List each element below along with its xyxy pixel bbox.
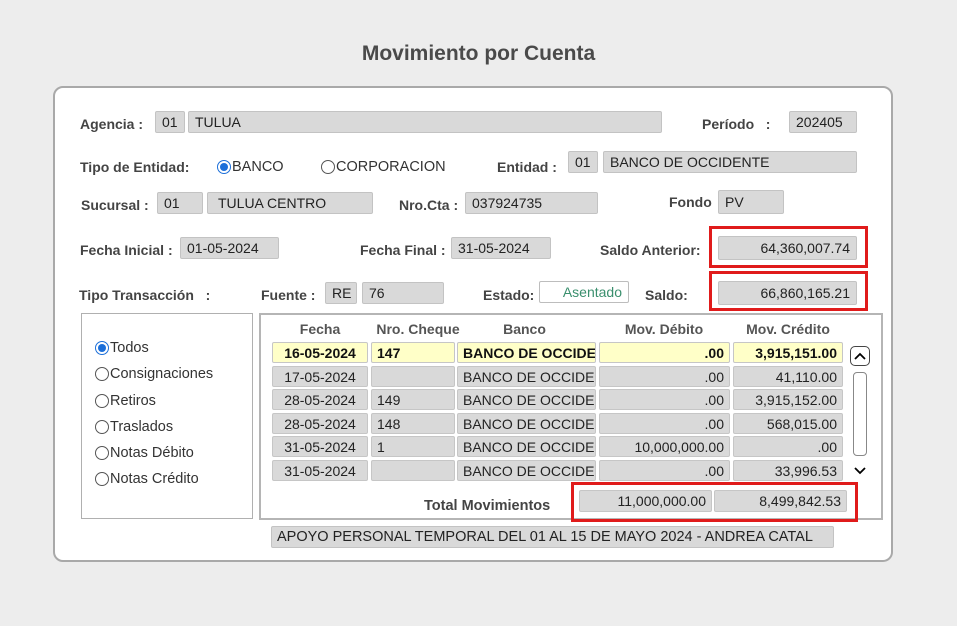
fuente-number-field[interactable]: 76 — [362, 282, 444, 304]
filter-retiros-label: Retiros — [110, 393, 156, 409]
saldo-label: Saldo: — [645, 287, 688, 303]
filter-traslados-label: Traslados — [110, 419, 174, 435]
cell-credito[interactable]: 3,915,151.00 — [733, 342, 843, 363]
cell-fecha[interactable]: 16-05-2024 — [272, 342, 368, 363]
tipo-transaccion-label: Tipo Transacción : — [79, 287, 211, 303]
cell-debito[interactable]: .00 — [599, 389, 730, 410]
sucursal-name-field[interactable]: TULUA CENTRO — [207, 192, 373, 214]
total-debito-field: 11,000,000.00 — [579, 490, 712, 512]
cell-banco[interactable]: BANCO DE OCCIDENTE — [457, 342, 596, 363]
cell-cheque[interactable]: 149 — [371, 389, 455, 410]
cell-cheque[interactable]: 147 — [371, 342, 455, 363]
filter-traslados-icon[interactable] — [95, 420, 109, 434]
col-header-cheque: Nro. Cheque — [376, 321, 460, 337]
filter-notas-credito[interactable]: Notas Crédito — [95, 471, 199, 487]
scroll-thumb[interactable] — [853, 372, 867, 456]
sucursal-code-field[interactable]: 01 — [157, 192, 203, 214]
col-header-credito: Mov. Crédito — [746, 321, 830, 337]
cell-banco[interactable]: BANCO DE OCCIDENTE — [457, 436, 596, 457]
cell-banco[interactable]: BANCO DE OCCIDENTE — [457, 366, 596, 387]
fecha-final-field[interactable]: 31-05-2024 — [451, 237, 551, 259]
cell-banco[interactable]: BANCO DE OCCIDENTE — [457, 460, 596, 481]
nro-cta-label: Nro.Cta : — [399, 197, 459, 213]
cell-banco[interactable]: BANCO DE OCCIDENTE — [457, 413, 596, 434]
radio-corporacion[interactable]: CORPORACION — [321, 159, 446, 175]
radio-corporacion-label: CORPORACION — [336, 159, 446, 175]
fuente-code-field[interactable]: RE — [325, 282, 357, 304]
filter-notas-debito[interactable]: Notas Débito — [95, 445, 194, 461]
total-credito-field: 8,499,842.53 — [714, 490, 847, 512]
tipo-entidad-label: Tipo de Entidad: — [80, 159, 190, 175]
cell-fecha[interactable]: 31-05-2024 — [272, 460, 368, 481]
radio-corporacion-icon[interactable] — [321, 160, 335, 174]
periodo-field[interactable]: 202405 — [789, 111, 857, 133]
nro-cta-field[interactable]: 037924735 — [465, 192, 598, 214]
cell-fecha[interactable]: 28-05-2024 — [272, 389, 368, 410]
agencia-code-field[interactable]: 01 — [155, 111, 185, 133]
description-field[interactable]: APOYO PERSONAL TEMPORAL DEL 01 AL 15 DE … — [271, 526, 834, 548]
agencia-name-field[interactable]: TULUA — [188, 111, 662, 133]
saldo-anterior-field[interactable]: 64,360,007.74 — [718, 236, 857, 260]
saldo-field[interactable]: 66,860,165.21 — [718, 281, 857, 305]
entidad-code-field[interactable]: 01 — [568, 151, 598, 173]
filter-todos-label: Todos — [110, 340, 149, 356]
cell-debito[interactable]: 10,000,000.00 — [599, 436, 730, 457]
filter-retiros[interactable]: Retiros — [95, 393, 156, 409]
fondo-field[interactable]: PV — [718, 190, 784, 214]
cell-debito[interactable]: .00 — [599, 460, 730, 481]
cell-debito[interactable]: .00 — [599, 413, 730, 434]
cell-credito[interactable]: 41,110.00 — [733, 366, 843, 387]
fecha-final-label: Fecha Final : — [360, 242, 446, 258]
filter-consignaciones-label: Consignaciones — [110, 366, 214, 382]
estado-field[interactable]: Asentado — [539, 281, 629, 303]
cell-credito[interactable]: 3,915,152.00 — [733, 389, 843, 410]
estado-label: Estado: — [483, 287, 535, 303]
radio-banco[interactable]: BANCO — [217, 159, 284, 175]
cell-credito[interactable]: 568,015.00 — [733, 413, 843, 434]
cell-debito[interactable]: .00 — [599, 342, 730, 363]
sucursal-label: Sucursal : — [81, 197, 149, 213]
cell-cheque[interactable] — [371, 366, 455, 387]
fecha-inicial-label: Fecha Inicial : — [80, 242, 173, 258]
col-header-fecha: Fecha — [299, 321, 341, 337]
entidad-name-field[interactable]: BANCO DE OCCIDENTE — [603, 151, 857, 173]
cell-cheque[interactable] — [371, 460, 455, 481]
filter-consignaciones-icon[interactable] — [95, 367, 109, 381]
grid-scrollbar[interactable] — [850, 344, 870, 480]
cell-banco[interactable]: BANCO DE OCCIDENTE — [457, 389, 596, 410]
agencia-label: Agencia : — [80, 116, 144, 132]
filter-consignaciones[interactable]: Consignaciones — [95, 366, 213, 382]
entidad-label: Entidad : — [497, 159, 557, 175]
totals-label: Total Movimientos — [424, 498, 551, 514]
cell-credito[interactable]: 33,996.53 — [733, 460, 843, 481]
filter-traslados[interactable]: Traslados — [95, 419, 173, 435]
radio-banco-label: BANCO — [232, 159, 284, 175]
page-title: Movimiento por Cuenta — [361, 42, 596, 65]
filter-todos-icon[interactable] — [95, 341, 109, 355]
cell-debito[interactable]: .00 — [599, 366, 730, 387]
cell-fecha[interactable]: 31-05-2024 — [272, 436, 368, 457]
radio-banco-icon[interactable] — [217, 160, 231, 174]
filter-notas-debito-icon[interactable] — [95, 446, 109, 460]
chevron-up-icon[interactable] — [850, 346, 870, 366]
filter-notas-credito-icon[interactable] — [95, 472, 109, 486]
periodo-label: Período : — [702, 116, 771, 132]
filter-notas-debito-label: Notas Débito — [110, 445, 194, 461]
fuente-label: Fuente : — [261, 287, 316, 303]
filter-retiros-icon[interactable] — [95, 394, 109, 408]
col-header-banco: Banco — [503, 321, 546, 337]
fondo-label: Fondo — [669, 194, 712, 210]
cell-cheque[interactable]: 148 — [371, 413, 455, 434]
cell-fecha[interactable]: 28-05-2024 — [272, 413, 368, 434]
filter-notas-credito-label: Notas Crédito — [110, 471, 199, 487]
cell-credito[interactable]: .00 — [733, 436, 843, 457]
cell-fecha[interactable]: 17-05-2024 — [272, 366, 368, 387]
filter-todos[interactable]: Todos — [95, 340, 149, 356]
chevron-down-icon[interactable] — [854, 462, 866, 480]
saldo-anterior-label: Saldo Anterior: — [600, 242, 701, 258]
fecha-inicial-field[interactable]: 01-05-2024 — [180, 237, 279, 259]
cell-cheque[interactable]: 1 — [371, 436, 455, 457]
col-header-debito: Mov. Débito — [624, 321, 704, 337]
